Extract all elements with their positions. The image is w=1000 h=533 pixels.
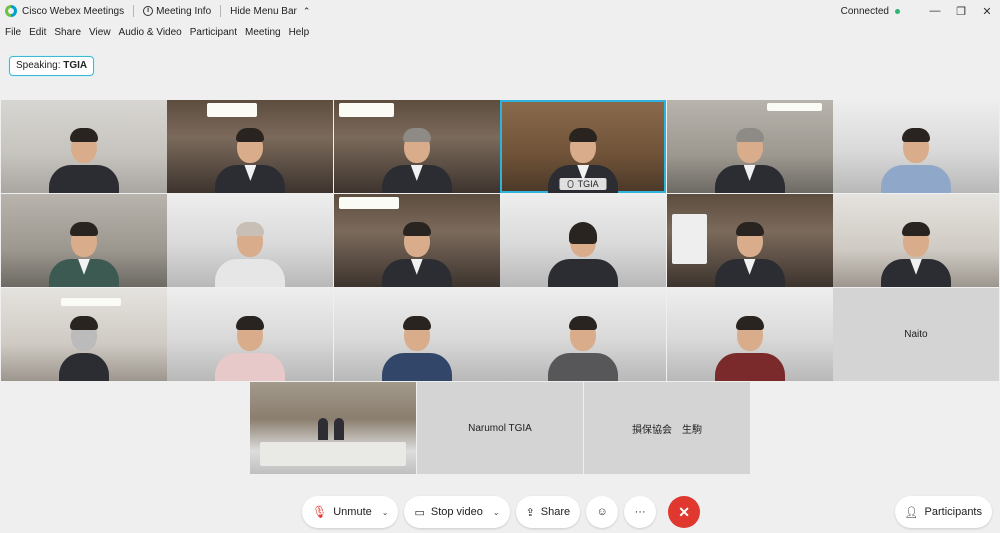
speaking-prefix: Speaking:: [16, 60, 61, 71]
participant-video: [714, 123, 785, 193]
speaking-name: TGIA: [63, 60, 88, 71]
connection-status: Connected: [840, 5, 889, 17]
app-title: Cisco Webex Meetings: [5, 5, 124, 17]
name-only-tile[interactable]: Naito: [832, 287, 999, 381]
menu-participant[interactable]: Participant: [190, 27, 237, 38]
participant-video: [215, 217, 286, 287]
active-speaker-indicator: Speaking: TGIA: [9, 56, 95, 76]
stop-video-label: Stop video: [430, 506, 483, 518]
unmute-button[interactable]: 🎙︎ Unmute ⌄: [302, 496, 399, 528]
participants-button[interactable]: 👤︎ Participants: [894, 496, 992, 528]
participant-name: 損保協会 生駒: [632, 424, 702, 436]
participant-video: [49, 311, 119, 381]
video-tile[interactable]: [1, 193, 167, 287]
divider: [133, 5, 135, 17]
share-label: Share: [540, 506, 571, 518]
video-tile[interactable]: [167, 193, 334, 287]
participant-figure: [318, 418, 328, 440]
menu-help[interactable]: Help: [289, 27, 310, 38]
video-tile[interactable]: [666, 100, 833, 193]
participant-video: [880, 123, 951, 193]
video-tile[interactable]: [167, 100, 334, 193]
name-only-tile[interactable]: 損保協会 生駒: [584, 382, 750, 474]
video-tile[interactable]: [500, 193, 667, 287]
restore-icon[interactable]: ❐: [948, 5, 974, 18]
end-meeting-button[interactable]: ✕: [668, 496, 701, 528]
minimize-icon[interactable]: —: [922, 5, 948, 17]
video-grid-row: Narumol TGIA 損保協会 生駒: [250, 382, 750, 474]
participant-video: [215, 311, 286, 381]
participant-figure: [334, 418, 344, 440]
video-tile[interactable]: [832, 100, 999, 193]
participant-video: [714, 311, 785, 381]
video-tile-active-speaker[interactable]: TGIA: [500, 100, 667, 193]
participant-name: Narumol TGIA: [468, 422, 532, 434]
participants-label: Participants: [924, 506, 982, 518]
participant-video: [49, 123, 119, 193]
mic-off-icon: 🎙︎: [312, 505, 328, 519]
menu-audio-video[interactable]: Audio & Video: [119, 27, 182, 38]
stop-video-button[interactable]: ▭ Stop video ⌄: [404, 496, 510, 528]
hide-menu-bar-label: Hide Menu Bar: [230, 5, 297, 17]
video-tile[interactable]: [333, 287, 500, 381]
participant-video: [880, 217, 951, 287]
connection-dot-icon: [895, 8, 900, 14]
tile-name-label: TGIA: [559, 178, 607, 190]
meeting-table: [260, 442, 406, 466]
video-tile[interactable]: [500, 287, 667, 381]
hide-menu-bar-button[interactable]: Hide Menu Bar ⌃: [230, 6, 310, 17]
webex-logo-icon: [5, 5, 17, 17]
video-tile[interactable]: [832, 193, 999, 287]
smiley-icon: ☺: [596, 506, 608, 518]
participant-video: [215, 123, 286, 193]
reactions-button[interactable]: ☺: [586, 496, 619, 528]
menu-edit[interactable]: Edit: [29, 27, 46, 38]
room-video-tile[interactable]: [250, 382, 416, 474]
menu-file[interactable]: File: [5, 27, 21, 38]
tile-name: TGIA: [577, 179, 599, 189]
close-icon: ✕: [678, 503, 690, 520]
more-icon: ···: [634, 506, 646, 518]
video-grid: TGIA Naito: [1, 100, 999, 381]
video-camera-icon: ▭: [414, 506, 425, 519]
video-tile[interactable]: [167, 287, 334, 381]
video-tile[interactable]: [1, 287, 167, 381]
divider: [220, 5, 222, 17]
title-bar: Cisco Webex Meetings i Meeting Info Hide…: [0, 0, 1000, 22]
meeting-info-label: Meeting Info: [156, 5, 212, 17]
meeting-info-button[interactable]: i Meeting Info: [143, 6, 211, 17]
chevron-up-icon: ⌃: [302, 5, 311, 16]
menu-share[interactable]: Share: [54, 27, 81, 38]
video-tile[interactable]: [1, 100, 167, 193]
meeting-controls: 🎙︎ Unmute ⌄ ▭ Stop video ⌄ ⇪ Share ☺ ···…: [302, 496, 701, 528]
participant-video: [381, 217, 452, 287]
participant-name: Naito: [904, 328, 928, 340]
info-icon: i: [143, 6, 154, 16]
name-only-tile[interactable]: Narumol TGIA: [417, 382, 583, 474]
person-icon: 👤︎: [904, 506, 919, 519]
chevron-down-icon[interactable]: ⌄: [382, 508, 389, 517]
menu-view[interactable]: View: [89, 27, 111, 38]
more-options-button[interactable]: ···: [624, 496, 657, 528]
participant-video: [381, 311, 452, 381]
participant-video: [714, 217, 785, 287]
share-icon: ⇪: [525, 506, 535, 519]
title-bar-right: Connected — ❐ ✕: [841, 0, 1000, 22]
menu-bar: File Edit Share View Audio & Video Parti…: [5, 27, 317, 38]
video-tile[interactable]: [333, 100, 500, 193]
unmute-label: Unmute: [333, 506, 372, 518]
close-icon[interactable]: ✕: [974, 5, 1000, 18]
share-button[interactable]: ⇪ Share: [515, 496, 581, 528]
mic-icon: [567, 180, 574, 188]
app-name: Cisco Webex Meetings: [22, 5, 125, 17]
menu-meeting[interactable]: Meeting: [245, 27, 281, 38]
participant-video: [548, 311, 619, 381]
participant-video: [49, 217, 119, 287]
video-tile[interactable]: [333, 193, 500, 287]
participant-video: [381, 123, 452, 193]
video-tile[interactable]: [666, 287, 833, 381]
chevron-down-icon[interactable]: ⌄: [493, 508, 500, 517]
video-tile[interactable]: [666, 193, 833, 287]
participant-video: [548, 217, 619, 287]
